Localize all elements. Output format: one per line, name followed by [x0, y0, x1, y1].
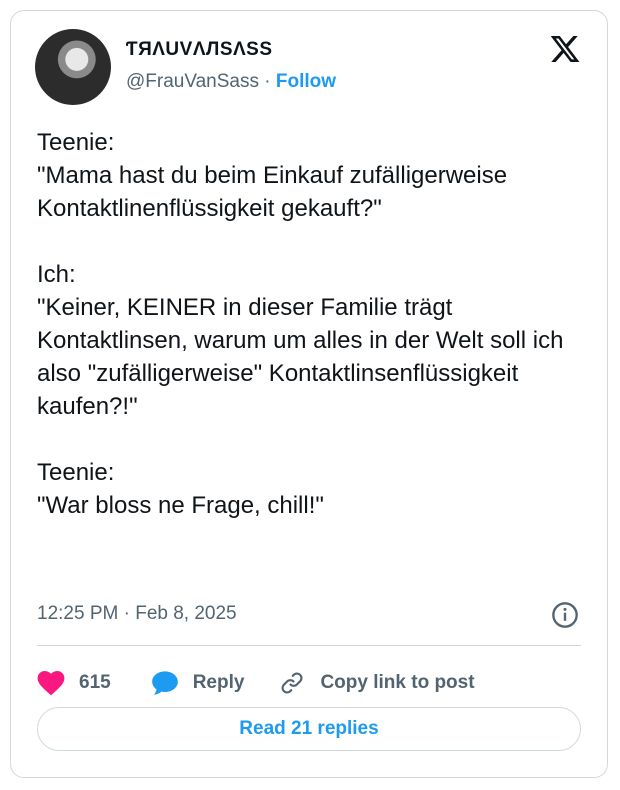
like-button[interactable]: 615: [37, 670, 111, 696]
copy-link-label: Copy link to post: [320, 672, 475, 693]
reply-button[interactable]: Reply: [151, 670, 245, 696]
user-handle[interactable]: @FrauVanSass: [126, 71, 259, 92]
display-name[interactable]: ƬЯΛUVΛЛSΛSS: [126, 39, 273, 61]
handle-separator: ·: [259, 71, 276, 92]
heart-icon: [37, 670, 65, 696]
read-replies-button[interactable]: Read 21 replies: [37, 707, 581, 751]
like-count: 615: [79, 672, 111, 693]
info-icon[interactable]: [551, 601, 579, 629]
x-logo-icon[interactable]: [549, 33, 581, 65]
avatar[interactable]: [35, 29, 111, 105]
link-icon: [281, 672, 303, 694]
tweet-timestamp[interactable]: 12:25 PM · Feb 8, 2025: [37, 603, 237, 625]
divider: [37, 645, 581, 646]
copy-link-button[interactable]: Copy link to post: [278, 670, 475, 696]
reply-bubble-icon: [151, 671, 178, 695]
tweet-card: ƬЯΛUVΛЛSΛSS @FrauVanSass · Follow Teenie…: [10, 10, 608, 778]
action-bar: 615 Reply Copy link to post: [37, 663, 475, 703]
reply-label: Reply: [192, 672, 245, 693]
follow-button[interactable]: Follow: [276, 71, 336, 92]
tweet-text: Teenie: "Mama hast du beim Einkauf zufäl…: [37, 129, 564, 519]
handle-row: @FrauVanSass · Follow: [126, 71, 336, 93]
